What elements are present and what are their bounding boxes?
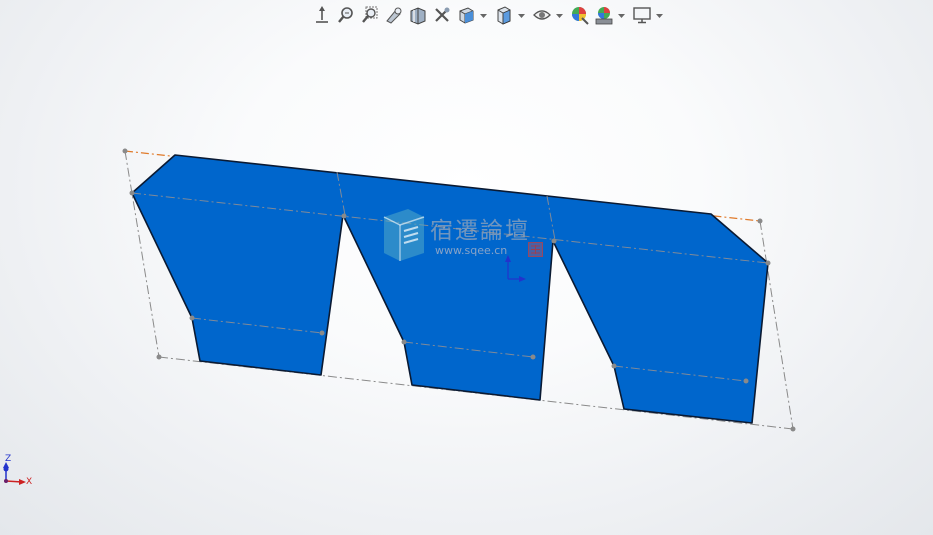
z-axis-ball (3, 466, 9, 472)
triad-origin (4, 479, 8, 483)
x-axis-arrow (19, 479, 26, 485)
sheet-metal-part[interactable] (131, 154, 769, 424)
sketch-point[interactable] (611, 363, 617, 369)
sketch-point[interactable] (129, 190, 135, 196)
sketch-point[interactable] (341, 213, 347, 219)
sketch-point[interactable] (319, 330, 325, 336)
reference-triad[interactable]: Z X (0, 452, 40, 492)
z-axis-label: Z (5, 454, 12, 464)
sketch-line (759, 220, 794, 430)
sketch-point[interactable] (189, 315, 195, 321)
sketch-point[interactable] (401, 339, 407, 345)
sketch-point[interactable] (790, 426, 796, 432)
x-axis-label: X (26, 477, 33, 487)
sketch-point[interactable] (743, 378, 749, 384)
sketch-point[interactable] (530, 354, 536, 360)
sketch-point[interactable] (765, 260, 771, 266)
graphics-area[interactable]: 宿遷論壇 www.sqee.cn Z X (0, 0, 933, 535)
sketch-point[interactable] (757, 218, 763, 224)
model-view[interactable] (0, 0, 933, 535)
sketch-point[interactable] (122, 148, 128, 154)
sketch-point[interactable] (551, 238, 557, 244)
sketch-point[interactable] (156, 354, 162, 360)
